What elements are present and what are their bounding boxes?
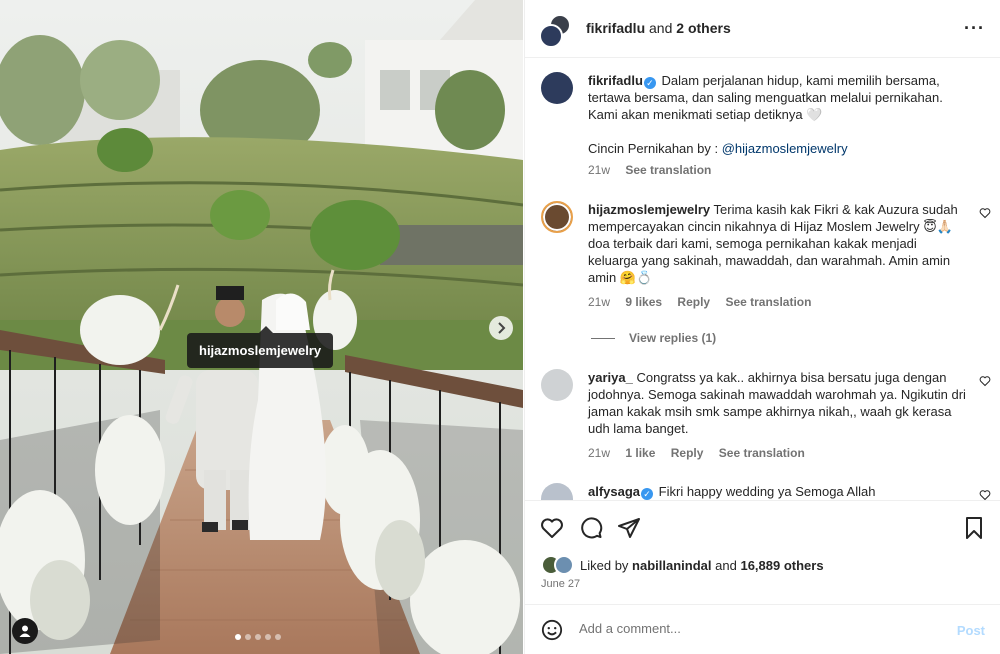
author-username[interactable]: fikrifadlu (586, 20, 645, 36)
comment-body: yariya_ Congratss ya kak.. akhirnya bisa… (588, 369, 968, 462)
add-comment-bar: Post (525, 604, 1000, 654)
post-photo[interactable]: hijazmoslemjewelry (0, 0, 523, 654)
user-tag-bubble[interactable]: hijazmoslemjewelry (187, 326, 334, 368)
more-options-button[interactable]: ··· (964, 19, 985, 37)
mention-link[interactable]: @hijazmoslemjewelry (722, 141, 848, 156)
caption-username[interactable]: fikrifadlu (588, 73, 643, 88)
bookmark-icon[interactable] (962, 516, 986, 540)
likes-count[interactable]: 16,889 others (740, 558, 823, 573)
comment-body: alfysaga ✓ Fikri happy wedding ya Semoga … (588, 483, 968, 500)
comment-icon[interactable] (579, 516, 603, 540)
comment-likes[interactable]: 9 likes (625, 295, 662, 309)
post-header: fikrifadlu and 2 others ··· (525, 0, 1000, 58)
liked-by-and: and (715, 557, 737, 573)
caption-time: 21w (588, 163, 611, 177)
chevron-right-icon (498, 322, 506, 334)
avatar[interactable] (541, 201, 573, 233)
next-slide-button[interactable] (489, 316, 513, 340)
post-details-panel: fikrifadlu and 2 others ··· fikrifadlu ✓ … (524, 0, 1000, 654)
comment-likes[interactable]: 1 like (625, 446, 655, 460)
comment-time: 21w (588, 446, 611, 460)
comments-list[interactable]: fikrifadlu ✓ Dalam perjalanan hidup, kami… (525, 58, 1000, 500)
collab-others-link[interactable]: 2 others (676, 20, 730, 36)
comment-time: 21w (588, 295, 611, 309)
comment-like-heart-icon[interactable] (979, 207, 991, 219)
carousel-dot (245, 634, 251, 640)
carousel-dot (275, 634, 281, 640)
comment-like-heart-icon[interactable] (979, 375, 991, 387)
see-translation-link[interactable]: See translation (625, 163, 711, 177)
post-actions: Liked by nabillanindal and 16,889 others… (525, 500, 1000, 604)
avatar[interactable] (541, 72, 573, 104)
comment-username[interactable]: hijazmoslemjewelry (588, 202, 710, 217)
post-author-line: fikrifadlu and 2 others (586, 20, 731, 36)
carousel-dot (255, 634, 261, 640)
comment-username[interactable]: yariya_ (588, 370, 633, 385)
comment-body: hijazmoslemjewelry Terima kasih kak Fikr… (588, 201, 968, 311)
heart-icon[interactable] (540, 516, 564, 540)
more-horizontal-icon: ··· (964, 18, 985, 38)
emoji-icon[interactable] (541, 619, 563, 641)
verified-badge-icon: ✓ (643, 77, 656, 89)
avatar (554, 555, 574, 575)
comment-meta: 21w 9 likes Reply See translation (588, 294, 968, 311)
post-date[interactable]: June 27 (541, 578, 580, 590)
liked-by-prefix: Liked by (580, 557, 629, 573)
liked-by-user[interactable]: nabillanindal (632, 558, 711, 573)
collab-connector: and (649, 20, 673, 36)
caption-credit-label: Cincin Pernikahan by : (588, 141, 722, 156)
comment-username[interactable]: alfysaga (588, 484, 640, 499)
reply-button[interactable]: Reply (677, 295, 710, 309)
avatar[interactable] (541, 369, 573, 401)
collab-avatars[interactable] (539, 14, 573, 48)
caption-credit: Cincin Pernikahan by : @hijazmoslemjewel… (588, 140, 968, 157)
carousel-indicator (235, 634, 281, 640)
share-icon[interactable] (617, 516, 641, 540)
avatar (539, 24, 563, 48)
verified-badge-icon: ✓ (641, 488, 654, 500)
carousel-dot-active (235, 634, 241, 640)
comment-text: Fikri happy wedding ya Semoga Allah (658, 484, 876, 499)
see-translation-link[interactable]: See translation (725, 295, 811, 309)
comment-like-heart-icon[interactable] (979, 489, 991, 500)
reply-button[interactable]: Reply (671, 446, 704, 460)
liked-by-text: Liked by nabillanindal and 16,889 others (580, 558, 824, 573)
comment-text: Congratss ya kak.. akhirnya bisa bersatu… (588, 370, 966, 436)
view-replies-button[interactable]: View replies (1) (591, 331, 716, 345)
post-comment-button[interactable]: Post (957, 623, 985, 638)
caption-meta: 21w See translation (588, 162, 968, 179)
tagged-users-button[interactable] (12, 618, 38, 644)
carousel-dot (265, 634, 271, 640)
caption-body: fikrifadlu ✓ Dalam perjalanan hidup, kami… (588, 72, 968, 179)
comment-meta: 21w 1 like Reply See translation (588, 445, 968, 462)
avatar[interactable] (541, 483, 573, 500)
liked-by-line: Liked by nabillanindal and 16,889 others (541, 555, 824, 575)
see-translation-link[interactable]: See translation (719, 446, 805, 460)
comment-input[interactable] (579, 621, 939, 636)
user-icon (19, 625, 31, 637)
